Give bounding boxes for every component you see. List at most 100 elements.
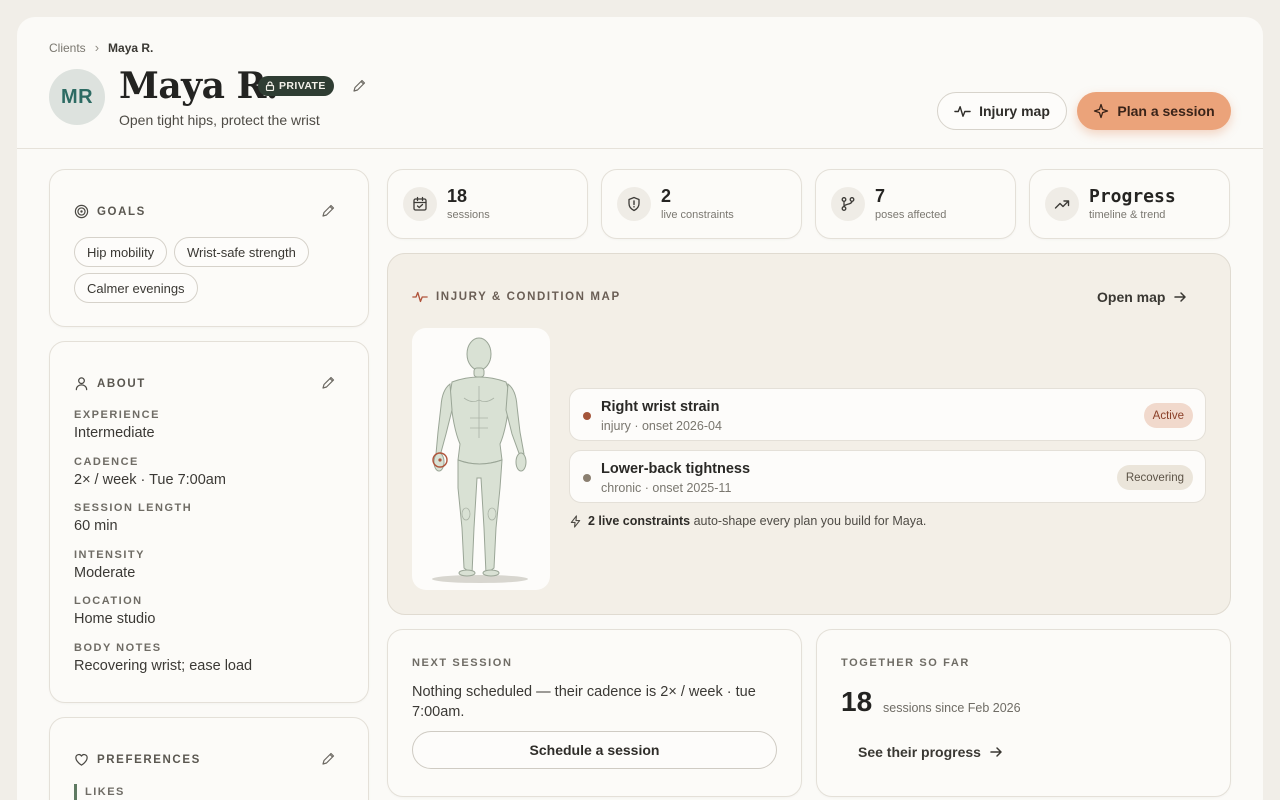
open-map-link[interactable]: Open map [1097, 289, 1187, 305]
about-field: SESSION LENGTH 60 min [74, 502, 192, 534]
breadcrumb-current: Maya R. [108, 40, 154, 55]
stat-value: Progress [1089, 186, 1176, 207]
client-profile-panel: Clients › Maya R. MR Maya R. PRIVATE Ope… [17, 17, 1263, 800]
about-field-value: 60 min [74, 518, 118, 534]
breadcrumb: Clients › Maya R. [49, 40, 153, 55]
preferences-card: PREFERENCES LIKES [49, 717, 369, 800]
plan-session-button-label: Plan a session [1117, 103, 1215, 119]
breadcrumb-clients-link[interactable]: Clients [49, 41, 86, 55]
pulse-icon [954, 105, 971, 117]
target-icon [74, 204, 89, 219]
about-field-label: LOCATION [74, 595, 143, 607]
lock-icon [265, 81, 275, 91]
stat-card-sessions[interactable]: 18 sessions [387, 169, 588, 239]
about-title: ABOUT [97, 377, 146, 390]
about-header: ABOUT [74, 376, 146, 391]
body-figure-panel[interactable] [412, 328, 550, 590]
condition-name: Right wrist strain [601, 399, 720, 415]
stat-card-constraints[interactable]: 2 live constraints [601, 169, 802, 239]
stat-label: poses affected [875, 209, 947, 221]
shield-icon [617, 187, 651, 221]
condition-status-dot [583, 474, 591, 482]
preferences-header: PREFERENCES [74, 752, 201, 767]
profile-header: Clients › Maya R. MR Maya R. PRIVATE Ope… [17, 17, 1263, 149]
about-field: CADENCE 2× / week · Tue 7:00am [74, 456, 226, 488]
about-field-label: BODY NOTES [74, 642, 162, 654]
injury-condition-map-card: INJURY & CONDITION MAP Open map Right wr… [387, 253, 1231, 615]
about-card: ABOUT EXPERIENCE Intermediate CADENCE 2×… [49, 341, 369, 703]
schedule-session-label: Schedule a session [529, 742, 660, 758]
body-figure-image [432, 337, 528, 583]
edit-goals-pencil-icon[interactable] [320, 203, 336, 219]
constraints-note-rest: auto-shape every plan you build for Maya… [690, 514, 927, 528]
about-field-value: Intermediate [74, 425, 155, 441]
arrow-right-icon [990, 747, 1002, 757]
stat-card-poses[interactable]: 7 poses affected [815, 169, 1016, 239]
stat-value: 7 [875, 186, 886, 206]
lightning-icon [570, 514, 581, 528]
edit-name-pencil-icon[interactable] [351, 78, 367, 94]
trend-icon [1045, 187, 1079, 221]
stat-card-progress[interactable]: Progress timeline & trend [1029, 169, 1230, 239]
goals-header: GOALS [74, 204, 146, 219]
edit-about-pencil-icon[interactable] [320, 375, 336, 391]
goal-chip[interactable]: Wrist-safe strength [174, 237, 309, 267]
see-progress-link[interactable]: See their progress [858, 744, 1003, 760]
stat-value: 2 [661, 186, 672, 206]
about-field-label: EXPERIENCE [74, 409, 160, 421]
stat-label: sessions [447, 209, 490, 221]
next-session-card: NEXT SESSION Nothing scheduled — their c… [387, 629, 802, 797]
goal-chip[interactable]: Hip mobility [74, 237, 168, 267]
injury-map-button-label: Injury map [979, 103, 1050, 119]
about-field-label: SESSION LENGTH [74, 502, 193, 514]
preferences-title: PREFERENCES [97, 753, 201, 766]
injury-map-title: INJURY & CONDITION MAP [436, 291, 621, 303]
constraints-note: 2 live constraints auto-shape every plan… [569, 514, 926, 528]
together-so-far-card: TOGETHER SO FAR 18 sessions since Feb 20… [816, 629, 1231, 797]
edit-preferences-pencil-icon[interactable] [320, 751, 336, 767]
condition-row-right-wrist[interactable]: Right wrist strain injury · onset 2026-0… [569, 388, 1206, 441]
about-field-value: Recovering wrist; ease load [74, 658, 253, 674]
arrow-right-icon [1174, 292, 1187, 302]
goals-card: GOALS Hip mobility Wrist-safe strength C… [49, 169, 369, 327]
goal-chip[interactable]: Calmer evenings [74, 273, 198, 303]
next-session-title: NEXT SESSION [412, 657, 513, 669]
next-session-text: Nothing scheduled — their cadence is 2× … [412, 684, 756, 720]
plan-session-button[interactable]: Plan a session [1077, 92, 1231, 130]
stat-label: timeline & trend [1089, 209, 1166, 221]
heart-icon [75, 754, 88, 766]
condition-name: Lower-back tightness [601, 461, 751, 477]
constraints-note-bold: 2 live constraints [588, 514, 691, 528]
private-badge: PRIVATE [258, 76, 334, 96]
about-field: LOCATION Home studio [74, 595, 155, 627]
client-tagline: Open tight hips, protect the wrist [119, 112, 320, 128]
chevron-right-icon: › [94, 40, 100, 55]
person-icon [75, 377, 88, 391]
stat-label: live constraints [661, 209, 734, 221]
about-field-value: Moderate [74, 565, 136, 581]
about-field: BODY NOTES Recovering wrist; ease load [74, 642, 252, 674]
goals-title: GOALS [97, 205, 146, 218]
injury-map-button[interactable]: Injury map [937, 92, 1067, 130]
likes-section: LIKES [74, 784, 125, 800]
condition-meta: injury · onset 2026-04 [601, 419, 722, 433]
sparkle-icon [1094, 103, 1109, 119]
about-field-value: Home studio [74, 611, 156, 627]
about-field: EXPERIENCE Intermediate [74, 409, 160, 441]
injury-map-header: INJURY & CONDITION MAP [412, 289, 621, 305]
pulse-icon [412, 291, 428, 303]
schedule-session-button[interactable]: Schedule a session [412, 731, 777, 769]
together-title: TOGETHER SO FAR [841, 657, 970, 669]
about-field: INTENSITY Moderate [74, 549, 145, 581]
condition-meta: chronic · onset 2025-11 [601, 481, 732, 495]
together-since: sessions since Feb 2026 [883, 701, 1021, 715]
status-badge: Active [1143, 403, 1193, 428]
likes-label: LIKES [85, 786, 125, 798]
page-title: Maya R. [119, 65, 278, 107]
stat-value: 18 [447, 186, 468, 206]
condition-row-lower-back[interactable]: Lower-back tightness chronic · onset 202… [569, 450, 1206, 503]
avatar: MR [49, 69, 105, 125]
calendar-icon [403, 187, 437, 221]
condition-status-dot [583, 412, 591, 420]
private-badge-label: PRIVATE [279, 80, 326, 92]
